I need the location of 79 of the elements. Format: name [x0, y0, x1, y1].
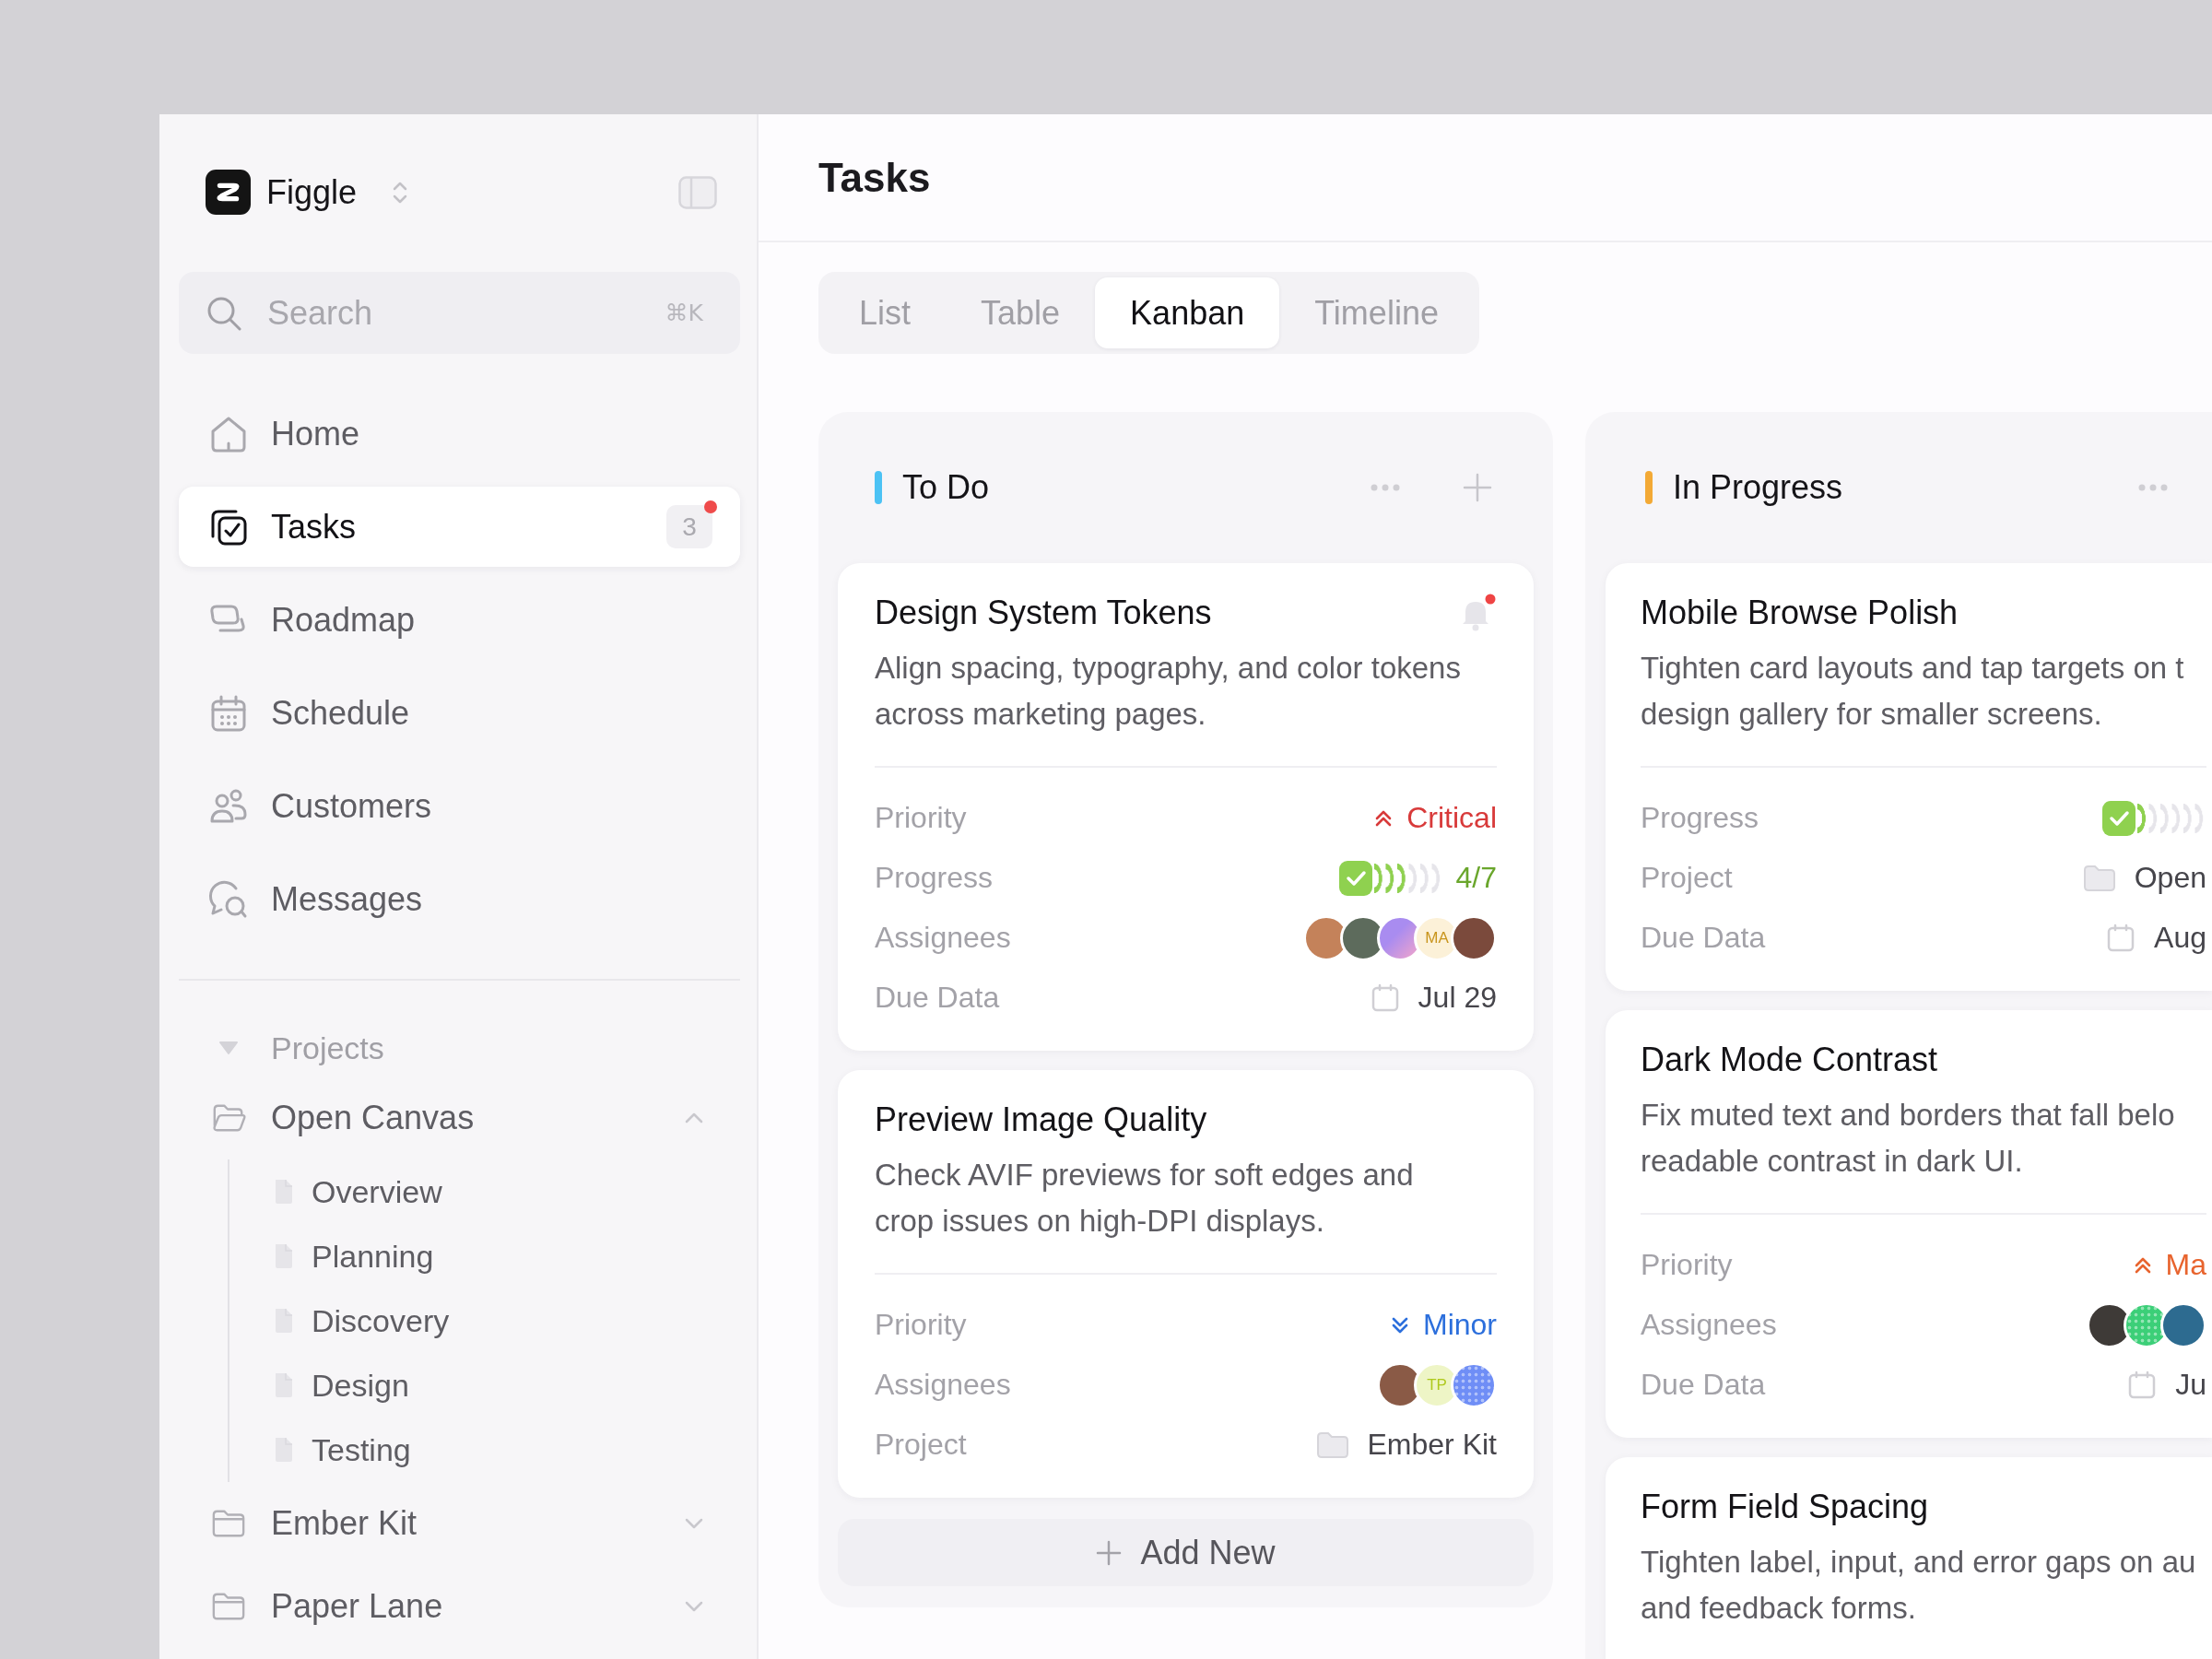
page-title: Tasks — [818, 154, 931, 201]
field-label: Priority — [875, 801, 967, 835]
count-badge: 3 — [666, 505, 712, 548]
nav-item[interactable]: Customers — [179, 766, 740, 846]
card-description: Align spacing, typography, and color tokens across marketing pages. — [875, 650, 1462, 733]
folder-icon — [211, 1591, 246, 1622]
nav-item[interactable]: Messages — [179, 859, 740, 939]
card-title: Design System Tokens — [875, 594, 1213, 632]
priority-value: Ma — [2165, 1248, 2206, 1282]
folder-icon — [2082, 864, 2116, 892]
nav-item[interactable]: Schedule — [179, 673, 740, 753]
calendar-icon — [2127, 1370, 2158, 1400]
plus-icon — [1096, 1539, 1123, 1566]
due-date: Jul 29 — [1418, 981, 1497, 1015]
more-icon[interactable] — [1371, 484, 1400, 491]
add-new-button[interactable]: Add New — [838, 1519, 1534, 1586]
app-name: Figgle — [266, 172, 358, 212]
field-label: Assignees — [875, 1368, 1011, 1402]
view-tab[interactable]: Kanban — [1095, 277, 1280, 348]
progress-value: 4/7 — [1455, 861, 1497, 895]
card-title: Mobile Browse Polish — [1641, 594, 1959, 632]
card-title: Preview Image Quality — [875, 1100, 1208, 1139]
folder-open-icon — [211, 1102, 246, 1134]
check-square-icon — [2102, 800, 2136, 836]
search-input[interactable]: Search — [267, 289, 641, 336]
plus-icon[interactable] — [1462, 472, 1493, 503]
chevron-down-icon[interactable] — [683, 1516, 705, 1531]
card-description: Fix muted text and borders that fall belo readable contrast in dark UI. — [1641, 1097, 2176, 1180]
card-description: Tighten label, input, and error gaps on au and feedback forms. — [1641, 1544, 2197, 1627]
priority-value: Critical — [1406, 801, 1497, 835]
logo-icon — [206, 170, 251, 215]
page-item[interactable]: Discovery — [229, 1288, 740, 1353]
field-label: Assignees — [875, 921, 1011, 955]
field-label: Progress — [1641, 801, 1759, 835]
priority-value: Minor — [1423, 1308, 1497, 1342]
folder-icon — [1315, 1430, 1349, 1459]
column-title: In Progress — [1673, 468, 1844, 507]
task-card[interactable]: Preview Image Quality Check AVIF previews for soft edges and crop issues on high-DPI displays. Priority Minor Assignees TP Project Ember Kit — [838, 1070, 1534, 1498]
column-title: To Do — [902, 468, 991, 507]
field-label: Priority — [1641, 1248, 1733, 1282]
field-label: Project — [875, 1428, 967, 1462]
project-name: Ember Kit — [1367, 1428, 1497, 1462]
page-item[interactable]: Overview — [229, 1159, 740, 1224]
nav-item[interactable]: Tasks 3 — [179, 487, 740, 567]
card-description: Check AVIF previews for soft edges and crop issues on high-DPI displays. — [875, 1157, 1415, 1240]
page-item[interactable]: Design — [229, 1353, 740, 1418]
chat-bubbles-icon — [208, 878, 249, 920]
task-card[interactable]: Form Field Spacing Tighten label, input, and error gaps on au and feedback forms. — [1606, 1457, 2212, 1659]
field-label: Progress — [875, 861, 994, 895]
chevron-down-icon[interactable] — [683, 1599, 705, 1614]
project-name: Open — [2134, 861, 2206, 895]
due-date: Aug — [2154, 921, 2206, 955]
field-label: Assignees — [1641, 1308, 1777, 1342]
field-label: Due Data — [875, 981, 1000, 1015]
due-date: Ju — [2175, 1368, 2206, 1402]
card-title: Form Field Spacing — [1641, 1488, 1930, 1526]
project-item[interactable]: Ember Kit — [179, 1482, 740, 1565]
task-card[interactable]: Mobile Browse Polish Tighten card layouts and tap targets on t design gallery for smaller screens. Progress Project Open Due Data Aug — [1606, 563, 2212, 991]
calendar-icon — [1370, 982, 1400, 1013]
field-label: Due Data — [1641, 1368, 1766, 1402]
project-item[interactable]: Open Canvas — [179, 1077, 740, 1159]
project-item[interactable]: Paper Lane — [179, 1565, 740, 1648]
card-title: Dark Mode Contrast — [1641, 1041, 1939, 1079]
nav-item[interactable]: Home — [179, 394, 740, 474]
page-item[interactable]: Planning — [229, 1224, 740, 1288]
task-card[interactable]: Dark Mode Contrast Fix muted text and borders that fall belo readable contrast in dark UI. Priority Ma Assignees Due Data Ju — [1606, 1010, 2212, 1438]
calendar-icon — [2106, 923, 2136, 953]
nav-item[interactable]: Roadmap — [179, 580, 740, 660]
check-square-icon — [1338, 860, 1372, 896]
field-label: Priority — [875, 1308, 967, 1342]
more-icon[interactable] — [2138, 484, 2168, 491]
sidebar-toggle-icon[interactable] — [678, 175, 717, 209]
chevron-up-icon[interactable] — [683, 1111, 705, 1125]
task-card[interactable]: Design System Tokens Align spacing, typography, and color tokens across marketing pages. Priority Critical Progress 4/7 Assignees MA Due Data Jul 29 — [838, 563, 1534, 1051]
page-item[interactable]: Testing — [229, 1418, 740, 1482]
card-description: Tighten card layouts and tap targets on t design gallery for smaller screens. — [1641, 650, 2185, 733]
field-label: Due Data — [1641, 921, 1766, 955]
field-label: Project — [1641, 861, 1733, 895]
folder-icon — [211, 1508, 246, 1539]
